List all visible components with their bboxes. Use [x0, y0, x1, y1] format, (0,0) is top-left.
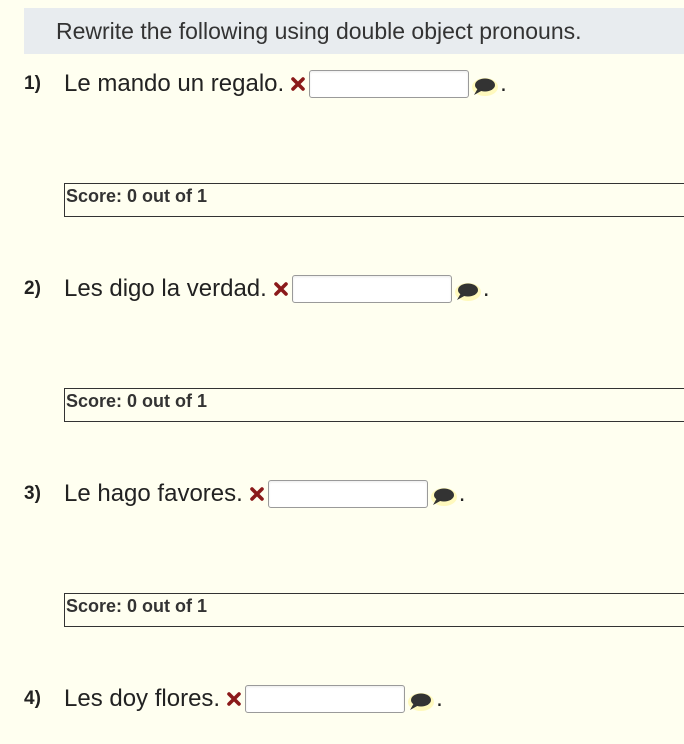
score-box: Score: 0 out of 1: [64, 593, 684, 627]
score-label: Score:: [66, 596, 123, 616]
incorrect-x-icon: [226, 691, 242, 707]
sentence-period: .: [458, 480, 466, 507]
question-number: 2): [24, 278, 41, 299]
comment-bubble-icon[interactable]: [453, 281, 481, 303]
comment-bubble-icon[interactable]: [429, 486, 457, 508]
question-number: 3): [24, 483, 41, 504]
question-body: Le mando un regalo. .: [64, 61, 507, 107]
score-label: Score:: [66, 391, 123, 411]
question-text: Les digo la verdad.: [64, 275, 267, 302]
question-2: 2) Les digo la verdad. .: [0, 266, 684, 312]
score-label: Score:: [66, 186, 123, 206]
answer-input[interactable]: [291, 275, 452, 303]
question-number: 4): [24, 688, 41, 709]
score-box: Score: 0 out of 1: [64, 388, 684, 422]
answer-input[interactable]: [309, 70, 470, 98]
score-value: 0 out of 1: [127, 186, 208, 206]
sentence-period: .: [500, 70, 507, 97]
question-3: 3) Le hago favores. .: [0, 471, 684, 517]
question-body: Les doy flores. .: [64, 676, 443, 722]
score-box: Score: 0 out of 1: [64, 183, 684, 217]
question-number: 1): [24, 73, 41, 94]
sentence-period: .: [482, 275, 490, 302]
incorrect-x-icon: [290, 76, 306, 92]
sentence-period: .: [436, 685, 443, 712]
incorrect-x-icon: [249, 486, 265, 502]
score-value: 0 out of 1: [127, 596, 208, 616]
question-body: Les digo la verdad. .: [64, 266, 489, 312]
score-value: 0 out of 1: [127, 391, 208, 411]
question-text: Le mando un regalo.: [64, 70, 285, 97]
answer-input[interactable]: [267, 480, 428, 508]
question-text: Le hago favores.: [64, 480, 243, 507]
answer-input[interactable]: [245, 685, 406, 713]
incorrect-x-icon: [273, 281, 289, 297]
question-body: Le hago favores. .: [64, 471, 465, 517]
comment-bubble-icon[interactable]: [406, 691, 435, 713]
comment-bubble-icon[interactable]: [470, 76, 499, 98]
question-1: 1) Le mando un regalo. .: [0, 61, 684, 107]
instructions-banner: Rewrite the following using double objec…: [24, 8, 684, 54]
question-4: 4) Les doy flores. .: [0, 676, 684, 722]
question-text: Les doy flores.: [64, 685, 221, 712]
